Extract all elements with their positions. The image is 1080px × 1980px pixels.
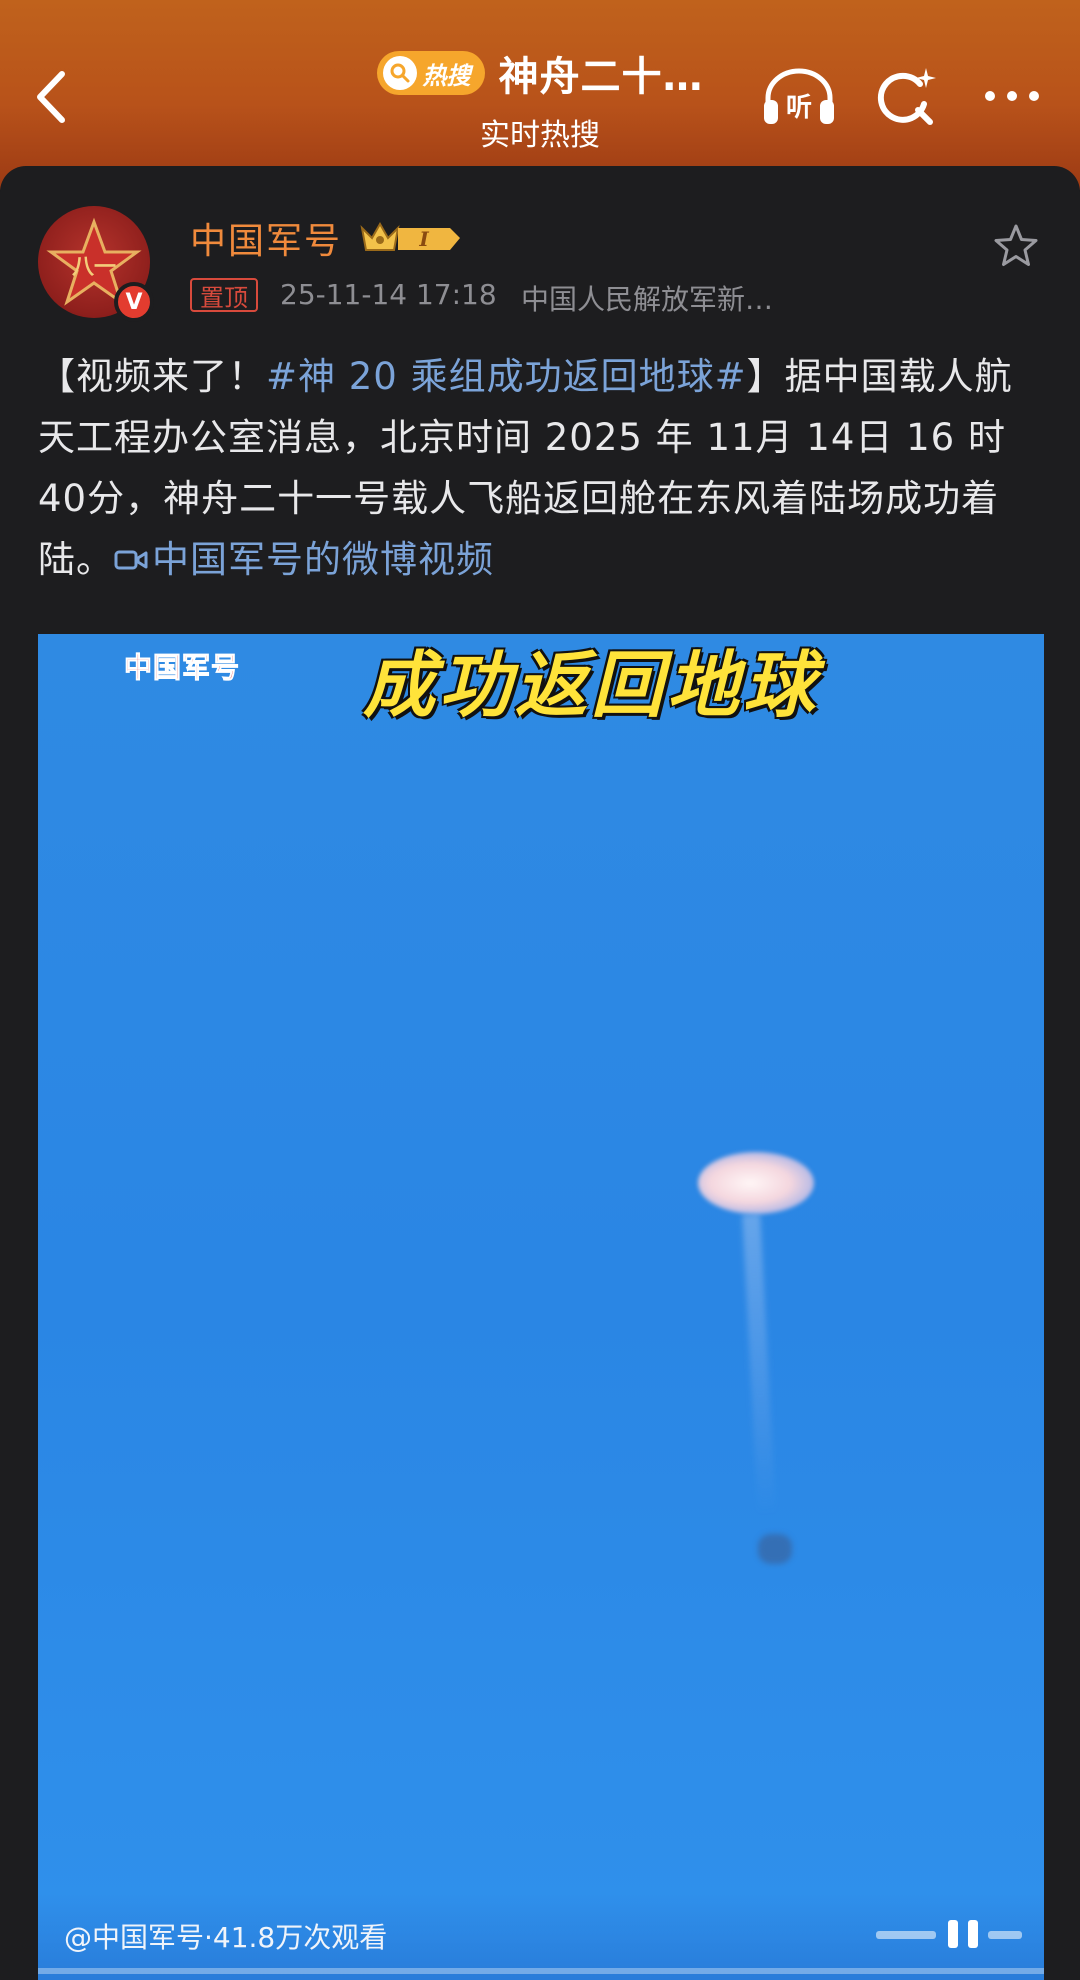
star-icon[interactable] — [992, 222, 1040, 270]
member-rank-badge-icon: I — [360, 221, 460, 251]
video-caption: 成功返回地球 — [362, 643, 819, 727]
video-camera-icon — [114, 550, 148, 570]
return-capsule — [758, 1534, 792, 1564]
ai-search-icon[interactable] — [874, 64, 938, 128]
video-progress-bar[interactable] — [38, 1968, 1044, 1974]
hot-search-badge: 热搜 — [376, 51, 485, 95]
hot-search-badge-label: 热搜 — [422, 61, 471, 90]
more-dots-icon[interactable] — [982, 84, 1042, 108]
view-count: @中国军号·41.8万次观看 — [64, 1921, 388, 1954]
post-timestamp: 25-11-14 17:18 — [280, 278, 497, 311]
post-text: 【视频来了！#神 20 乘组成功返回地球#】据中国载人航天工程办公室消息，北京时… — [38, 346, 1048, 590]
svg-text:听: 听 — [786, 93, 812, 123]
post-source: 中国人民解放军新… — [521, 283, 774, 316]
magnifier-icon — [382, 56, 417, 90]
parachute-lines — [742, 1213, 776, 1515]
svg-text:八一: 八一 — [72, 255, 116, 280]
parachute — [698, 1152, 814, 1214]
hashtag-link[interactable]: #神 20 乘组成功返回地球# — [266, 355, 747, 398]
video-progress-marker-icon — [876, 1920, 1022, 1948]
svg-text:I: I — [418, 227, 429, 251]
page-title: 神舟二十… — [498, 54, 704, 100]
video-link[interactable]: 中国军号的微博视频 — [152, 538, 494, 581]
header-bar: 热搜 神舟二十… 实时热搜 听 — [0, 0, 1080, 190]
post-text-prefix: 【视频来了！ — [38, 355, 266, 398]
post-author[interactable]: 中国军号 — [190, 212, 342, 264]
video-player[interactable]: 中国军号 成功返回地球 @中国军号·41.8万次观看 — [38, 634, 1044, 1980]
listen-headphones-icon[interactable]: 听 — [760, 64, 838, 128]
pinned-badge: 置顶 — [190, 278, 258, 312]
verified-badge-icon: V — [114, 282, 154, 322]
